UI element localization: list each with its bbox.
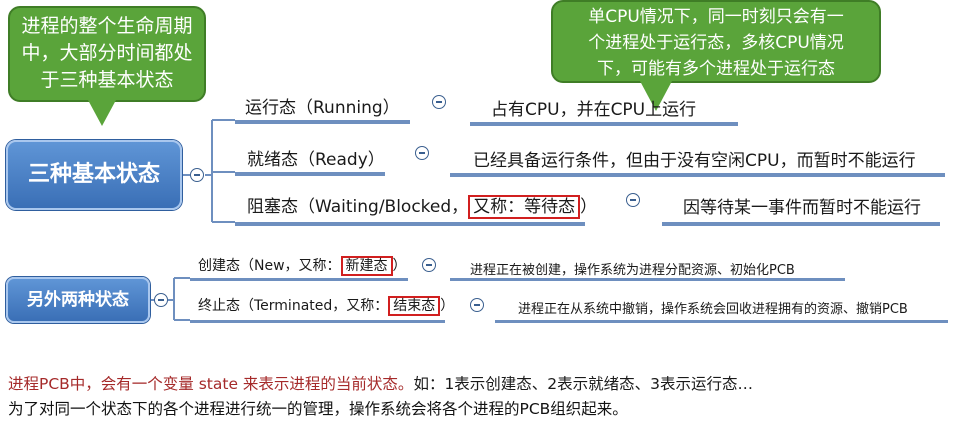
collapse-icon[interactable] — [432, 95, 446, 109]
state-desc-new: 进程正在被创建，操作系统为进程分配资源、初始化PCB — [470, 263, 795, 278]
footer-example-text: 如：1表示创建态、2表示就绪态、3表示运行态… — [413, 375, 754, 393]
note-line: 个进程处于运行态，多核CPU情况 — [588, 33, 844, 53]
footer-line-2: 为了对同一个状态下的各个进程进行统一的管理，操作系统会将各个进程的PCB组织起来… — [8, 400, 628, 418]
state-desc-blocked: 因等待某一事件而暂时不能运行 — [683, 198, 921, 218]
state-label: 阻塞态（Waiting/Blocked， — [247, 197, 469, 217]
state-label-suffix: ） — [440, 298, 455, 314]
footer-highlight-text: 进程PCB中，会有一个变量 state 来表示进程的当前状态。 — [8, 375, 414, 393]
state-desc-terminated: 进程正在从系统中撤销，操作系统会回收进程拥有的资源、撤销PCB — [518, 302, 908, 317]
state-desc-ready: 已经具备运行条件，但由于没有空闲CPU，而暂时不能运行 — [473, 151, 916, 171]
node-underline — [662, 222, 940, 226]
node-underline — [190, 278, 408, 281]
state-node-terminated[interactable]: 终止态（Terminated，又称： 结束态） — [198, 295, 455, 316]
node-underline — [235, 172, 385, 176]
state-label: 终止态（Terminated，又称： — [198, 298, 389, 314]
collapse-icon[interactable] — [415, 146, 429, 160]
alias-highlight-box: 结束态 — [388, 296, 441, 316]
node-underline — [450, 278, 845, 281]
bubble-tail — [88, 100, 116, 126]
root-node-other-states[interactable]: 另外两种状态 — [6, 277, 150, 323]
state-node-running[interactable]: 运行态（Running） — [245, 93, 400, 118]
note-line: 于三种基本状态 — [40, 69, 174, 91]
collapse-icon[interactable] — [626, 193, 640, 207]
node-underline — [235, 222, 585, 226]
state-node-ready[interactable]: 就绪态（Ready） — [247, 145, 385, 170]
collapse-icon[interactable] — [154, 293, 168, 307]
collapse-icon[interactable] — [190, 168, 204, 182]
node-underline — [235, 120, 410, 124]
node-underline — [450, 173, 945, 177]
node-underline — [470, 122, 738, 126]
state-label: 创建态（New，又称： — [198, 258, 341, 274]
collapse-icon[interactable] — [470, 298, 484, 312]
state-node-new[interactable]: 创建态（New，又称： 新建态） — [198, 255, 407, 276]
root-node-basic-states[interactable]: 三种基本状态 — [6, 140, 182, 210]
note-bubble-cpu: 单CPU情况下，同一时刻只会有一 个进程处于运行态，多核CPU情况 下，可能有多… — [551, 0, 881, 83]
state-desc-running: 占有CPU，并在CPU上运行 — [491, 100, 697, 120]
note-line: 下，可能有多个进程处于运行态 — [597, 59, 835, 79]
node-underline — [495, 320, 948, 323]
note-bubble-lifecycle: 进程的整个生命周期 中，大部分时间都处 于三种基本状态 — [8, 6, 206, 102]
note-line: 单CPU情况下，同一时刻只会有一 — [588, 7, 844, 27]
footer-line-1: 进程PCB中，会有一个变量 state 来表示进程的当前状态。如：1表示创建态、… — [8, 372, 753, 394]
note-line: 中，大部分时间都处 — [21, 42, 193, 64]
note-line: 进程的整个生命周期 — [21, 15, 193, 37]
node-underline — [190, 320, 445, 323]
collapse-icon[interactable] — [422, 258, 436, 272]
alias-highlight-box: 又称：等待态 — [468, 195, 581, 219]
state-label-suffix: ） — [580, 197, 598, 217]
state-node-blocked[interactable]: 阻塞态（Waiting/Blocked， 又称：等待态） — [247, 192, 598, 219]
state-label-suffix: ） — [392, 258, 407, 274]
alias-highlight-box: 新建态 — [340, 256, 393, 276]
